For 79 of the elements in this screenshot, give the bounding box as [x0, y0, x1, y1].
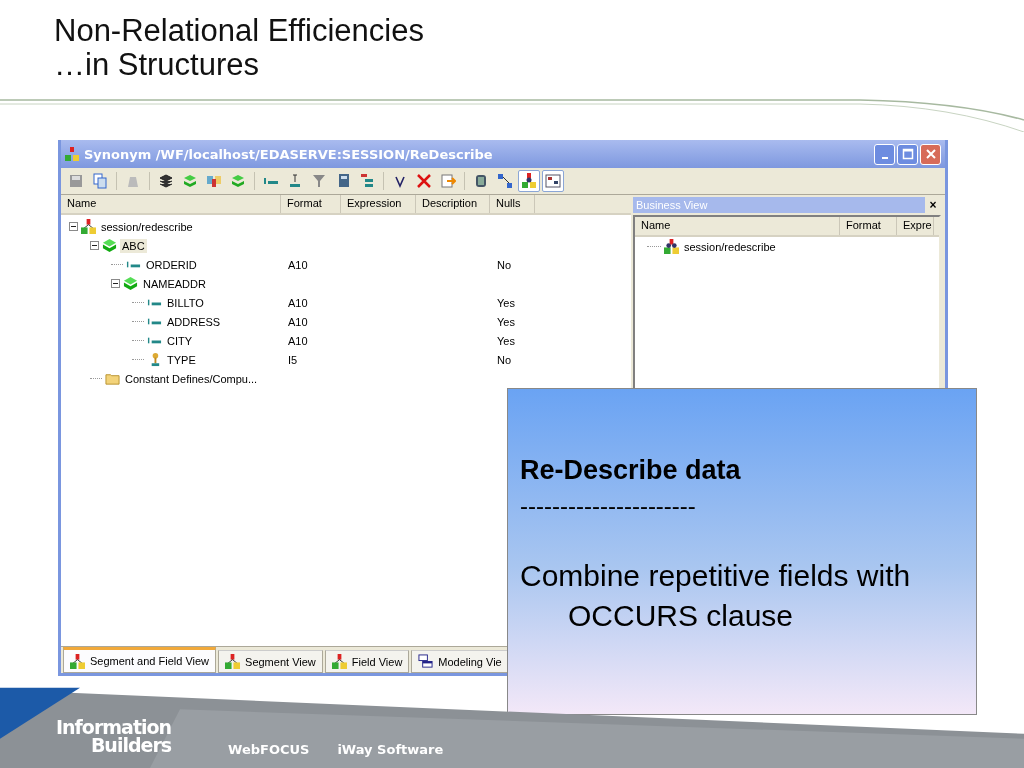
callout-rule: ----------------------: [520, 492, 697, 520]
tree-item[interactable]: ORDERID: [144, 257, 199, 272]
panel-icon: [545, 173, 561, 189]
hierarchy-icon: [331, 654, 347, 669]
close-button[interactable]: [920, 143, 941, 165]
column-header[interactable]: Description: [416, 195, 490, 213]
close-icon: [924, 148, 937, 160]
nulls-cell: Yes: [497, 315, 515, 328]
hierarchy-icon: [81, 219, 96, 234]
collapse-toggle[interactable]: [90, 241, 99, 250]
callout-text: Combine repetitive fields with OCCURS clause: [520, 558, 912, 634]
hierarchy-icon: [65, 147, 79, 161]
tree-item[interactable]: ABC: [120, 238, 147, 253]
toolbar-button[interactable]: [518, 170, 540, 192]
slide-title: …in Structures: [54, 48, 260, 82]
segment-icon: [123, 276, 138, 291]
view-tab[interactable]: Segment and Field View: [63, 647, 217, 673]
tree-item[interactable]: CITY: [165, 333, 195, 348]
column-header[interactable]: Nulls: [490, 195, 535, 213]
footer-text: WebFOCUS: [228, 742, 310, 757]
minimize-button[interactable]: [874, 143, 895, 165]
collapse-toggle[interactable]: [111, 279, 120, 288]
column-header[interactable]: Name: [635, 217, 840, 235]
tree-item[interactable]: NAMEADDR: [141, 276, 208, 291]
window-title: Synonym /WF/localhost/EDASERVE:SESSION/ReDescribe: [84, 146, 494, 162]
panel-title: Business View: [635, 199, 709, 211]
minimize-icon: [881, 157, 888, 159]
segment-icon: [102, 238, 117, 253]
format-cell: A10: [288, 315, 308, 328]
toolbar-button[interactable]: [542, 170, 564, 192]
nulls-cell: No: [497, 353, 512, 366]
segment-icon: [230, 173, 246, 189]
column-header[interactable]: Format: [840, 217, 897, 235]
column-header[interactable]: Expression: [341, 195, 416, 213]
tree-item[interactable]: TYPE: [165, 352, 198, 367]
diagram-icon: [497, 173, 513, 189]
nulls-cell: No: [497, 258, 512, 271]
windows-icon: [418, 654, 434, 669]
tree-item[interactable]: BILLTO: [165, 295, 206, 310]
folder-icon: [105, 371, 120, 386]
delete-icon: [416, 173, 432, 189]
format-cell: A10: [288, 258, 308, 271]
view-tab[interactable]: Modeling Vie: [411, 650, 509, 673]
format-cell: I5: [288, 353, 298, 366]
nulls-cell: Yes: [497, 334, 515, 347]
tree-item[interactable]: session/redescribe: [682, 239, 778, 254]
export-icon: [440, 173, 456, 189]
layers-icon: [158, 173, 174, 189]
database-icon: [473, 173, 489, 189]
column-header[interactable]: Format: [281, 195, 341, 213]
format-cell: A10: [288, 296, 308, 309]
view-tab[interactable]: Field View: [324, 650, 410, 673]
business-view-icon: [664, 239, 679, 254]
callout-heading: Re-Describe data: [520, 455, 742, 486]
column-header[interactable]: Name: [61, 195, 281, 213]
filter-icon: [311, 173, 327, 189]
hierarchy-icon: [521, 173, 537, 189]
pages-icon: [92, 173, 108, 189]
hierarchy-icon: [70, 653, 85, 669]
tree-item[interactable]: Constant Defines/Compu...: [123, 371, 260, 386]
collapse-toggle[interactable]: [69, 222, 78, 231]
slide-title: Non-Relational Efficiencies: [54, 14, 425, 48]
logo-text: Information: [56, 718, 172, 736]
segment-icon: [182, 173, 198, 189]
hierarchy-icon: [225, 654, 241, 669]
footer-text: iWay Software: [337, 742, 444, 757]
logo-text: Builders: [89, 736, 172, 754]
join-icon: [206, 173, 222, 189]
column-header[interactable]: Expre: [897, 217, 934, 235]
close-button[interactable]: ×: [925, 197, 941, 213]
tree-item[interactable]: session/redescribe: [99, 219, 195, 234]
tree-item[interactable]: ADDRESS: [165, 314, 223, 329]
view-tab[interactable]: Segment View: [218, 650, 323, 673]
maximize-button[interactable]: [897, 143, 918, 165]
nulls-cell: Yes: [497, 296, 515, 309]
maximize-icon: [901, 148, 914, 160]
format-cell: A10: [288, 334, 308, 347]
formula-icon: [287, 173, 303, 189]
tree-icon: [359, 173, 375, 189]
